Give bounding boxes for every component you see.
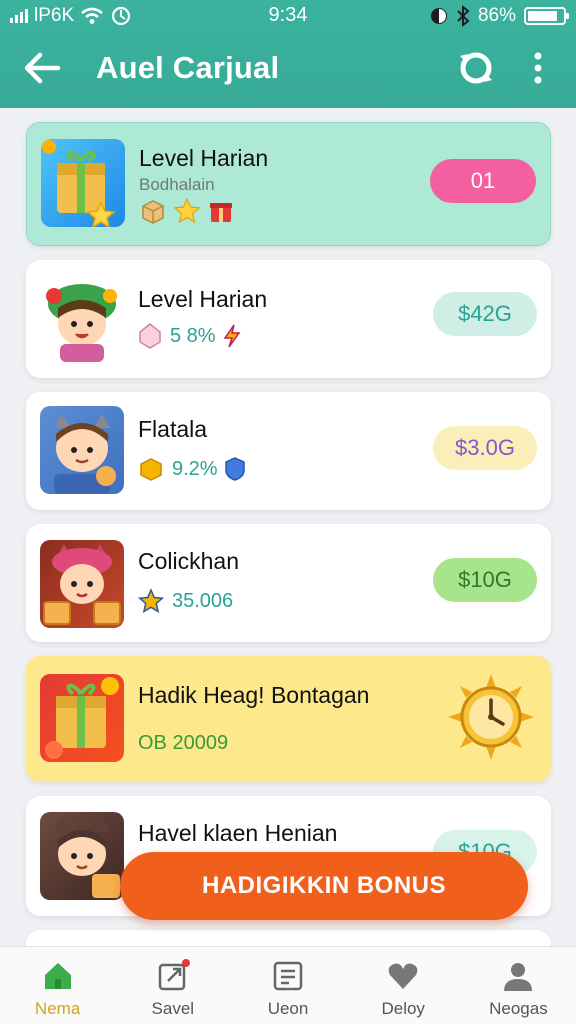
card-title: Flatala — [138, 416, 208, 442]
card-title: Havel klaen Henian — [138, 820, 338, 846]
nav-item-list[interactable]: Ueon — [230, 947, 345, 1024]
gift-box-thumbnail — [41, 139, 125, 227]
gift-icon — [210, 203, 232, 222]
character-thumbnail — [40, 812, 124, 900]
character-thumbnail — [40, 274, 124, 362]
stat-row: 35.006 — [138, 588, 233, 614]
stat-row: 9.2% — [138, 456, 246, 482]
nav-label: Deloy — [381, 999, 425, 1018]
gem-icon — [139, 323, 161, 349]
clock-icon — [448, 674, 534, 760]
shield-icon — [224, 457, 245, 481]
list-item[interactable]: Hadik Heag! Bontagan OB 20009 — [26, 656, 551, 782]
price-badge[interactable]: $42G — [433, 292, 537, 336]
app-header: lP6K 9:34 86% Auel Carjual — [0, 0, 576, 108]
card-title: Colickhan — [138, 548, 239, 574]
stat-value: 9.2% — [172, 457, 218, 480]
price-badge[interactable]: $10G — [433, 558, 537, 602]
bottom-nav: Nema Savel Ueon Deloy Neogas — [0, 946, 576, 1024]
stat-row: OB 20009 — [138, 732, 228, 755]
heart-icon — [388, 963, 418, 989]
list-item[interactable]: Level Harian Bodhalain 01 — [26, 122, 551, 246]
list-item[interactable]: Colickhan 35.006 $10G — [26, 524, 551, 642]
page-title: Auel Carjual — [96, 50, 280, 85]
list-item[interactable]: Level Harian 5 8% $42G — [26, 260, 551, 378]
stat-value: 5 8% — [170, 324, 216, 347]
stat-row: 5 8% — [138, 322, 242, 350]
back-arrow-icon[interactable] — [20, 48, 64, 88]
list-item[interactable]: Flatala 9.2% $3.0G — [26, 392, 551, 510]
nav-item-profile[interactable]: Neogas — [461, 947, 576, 1024]
reward-icons — [139, 197, 235, 225]
stat-value: 35.006 — [172, 589, 234, 612]
card-subtitle: Bodhalain — [139, 175, 215, 194]
star-icon — [138, 588, 164, 614]
card-title: Hadik Heag! Bontagan — [138, 682, 370, 708]
stat-value: OB 20009 — [138, 732, 229, 754]
home-icon — [44, 963, 71, 989]
nav-label: Ueon — [267, 999, 309, 1018]
nav-label: Nema — [34, 999, 81, 1018]
status-bar: lP6K 9:34 86% — [0, 0, 576, 32]
lightning-icon — [223, 324, 241, 348]
box-icon — [142, 200, 164, 224]
character-thumbnail — [40, 540, 124, 628]
nav-item-share[interactable]: Savel — [115, 947, 230, 1024]
card-title: Level Harian — [138, 286, 268, 312]
cube-icon — [140, 458, 162, 481]
app-bar: Auel Carjual — [0, 36, 576, 100]
more-options-icon[interactable] — [526, 48, 550, 88]
nav-label: Neogas — [489, 999, 548, 1018]
reward-badge[interactable]: 01 — [430, 159, 536, 203]
card-title: Level Harian — [139, 145, 269, 171]
claim-bonus-button[interactable]: HADIGIKKIN BONUS — [120, 852, 528, 920]
price-badge[interactable]: $3.0G — [433, 426, 537, 470]
nav-item-favorites[interactable]: Deloy — [346, 947, 461, 1024]
do-not-disturb-icon — [430, 8, 447, 24]
nav-label: Savel — [151, 999, 195, 1018]
battery-icon — [524, 7, 569, 25]
battery-percent: 86% — [477, 5, 516, 26]
share-icon — [158, 959, 190, 991]
character-thumbnail — [40, 406, 124, 494]
nav-item-home[interactable]: Nema — [0, 947, 115, 1024]
star-icon — [173, 197, 201, 224]
list-icon — [273, 961, 303, 991]
profile-icon — [504, 963, 533, 991]
gift-box-thumbnail — [40, 674, 124, 762]
refresh-icon[interactable] — [454, 46, 498, 90]
bluetooth-icon — [457, 5, 470, 27]
